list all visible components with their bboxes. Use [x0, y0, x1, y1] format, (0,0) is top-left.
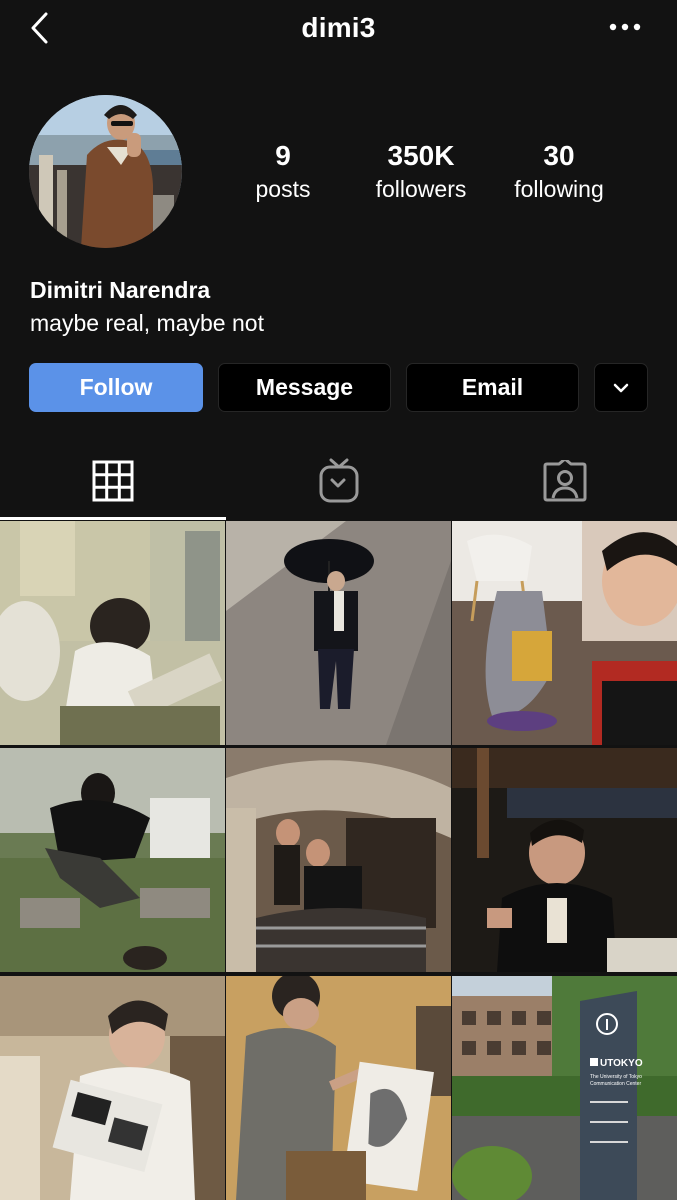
post-tile[interactable]: UTOKYO The University of Tokyo Communica… [452, 976, 677, 1200]
post-tile[interactable] [226, 748, 451, 972]
followers-label: followers [375, 176, 467, 202]
email-button[interactable]: Email [406, 363, 579, 412]
signage-brand: UTOKYO [600, 1058, 643, 1069]
tab-tagged[interactable] [452, 440, 677, 522]
profile-username: dimi3 [301, 12, 376, 43]
post-tile[interactable] [452, 748, 677, 972]
avatar[interactable] [29, 95, 182, 248]
tab-igtv[interactable] [226, 440, 451, 522]
posts-grid: UTOKYO The University of Tokyo Communica… [0, 521, 677, 1200]
display-name: Dimitri Narendra [30, 277, 211, 303]
post-tile[interactable] [0, 748, 225, 972]
following-count: 30 [543, 140, 575, 171]
stat-posts[interactable]: 9 posts [213, 140, 353, 203]
signage-subtitle2: Communication Center [590, 1081, 641, 1087]
tv-icon [319, 458, 358, 503]
profile-tabs [0, 440, 677, 522]
top-bar: dimi3 [0, 0, 677, 60]
tagged-user-icon [543, 460, 586, 502]
stat-followers[interactable]: 350K followers [351, 140, 491, 203]
signage-subtitle: The University of Tokyo [590, 1074, 642, 1080]
post-tile[interactable] [452, 521, 677, 745]
post-tile[interactable] [226, 521, 451, 745]
following-label: following [514, 176, 604, 202]
follow-button[interactable]: Follow [29, 363, 203, 412]
bio-text: maybe real, maybe not [30, 310, 264, 336]
post-tile[interactable] [226, 976, 451, 1200]
message-button[interactable]: Message [218, 363, 391, 412]
posts-label: posts [255, 176, 311, 202]
post-tile[interactable] [0, 976, 225, 1200]
chevron-down-icon [613, 383, 629, 392]
posts-count: 9 [275, 140, 291, 171]
more-horizontal-icon[interactable] [606, 14, 644, 40]
active-tab-indicator [0, 517, 226, 520]
suggested-dropdown-button[interactable] [594, 363, 648, 412]
grid-icon [92, 460, 133, 502]
tab-grid[interactable] [0, 440, 225, 522]
followers-count: 350K [387, 140, 455, 171]
post-tile[interactable] [0, 521, 225, 745]
stat-following[interactable]: 30 following [489, 140, 629, 203]
